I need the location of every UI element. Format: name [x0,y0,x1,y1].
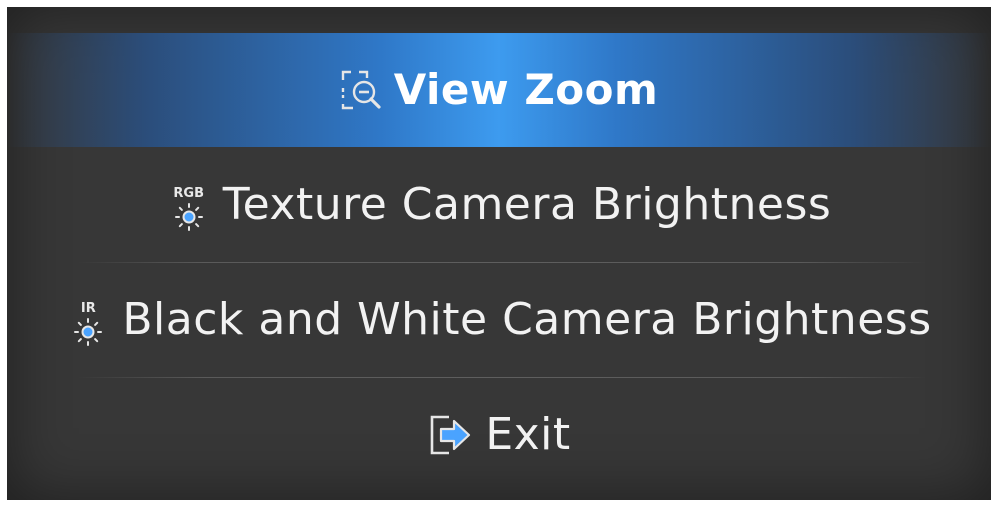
context-menu-panel: View Zoom RGB Texture Camera Brightness [7,7,991,500]
icon-tag-rgb: RGB [173,186,204,201]
brightness-icon: RGB [167,178,211,232]
menu-item-label: Black and White Camera Brightness [122,294,932,345]
menu-item-bw-camera-brightness[interactable]: IR Black and White Camera Brightness [7,263,991,377]
menu-item-label: Texture Camera Brightness [222,179,832,230]
menu-item-exit[interactable]: Exit [7,378,991,492]
menu-item-label: Exit [485,409,571,460]
icon-tag-ir: IR [80,301,96,316]
zoom-out-icon [340,68,382,112]
brightness-icon: IR [66,293,110,347]
menu-item-texture-camera-brightness[interactable]: RGB Texture Camera Brightness [7,148,991,262]
exit-icon [427,411,473,459]
menu-item-label: View Zoom [393,65,659,114]
menu-item-view-zoom[interactable]: View Zoom [7,33,991,147]
